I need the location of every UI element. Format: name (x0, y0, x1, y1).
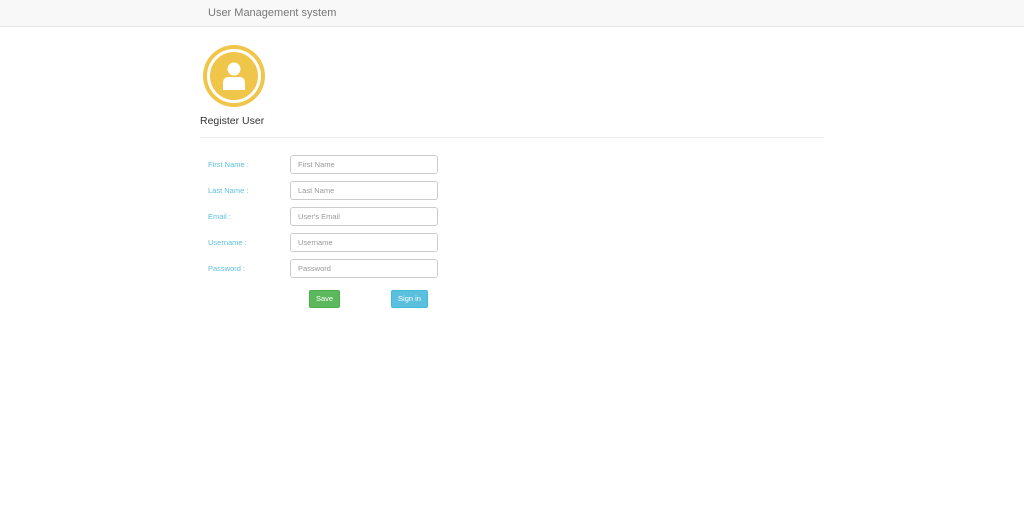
email-row: Email : (208, 207, 448, 232)
brand-title[interactable]: User Management system (208, 7, 336, 19)
first-name-row: First Name : (208, 155, 448, 180)
avatar (203, 45, 265, 107)
divider (200, 137, 824, 138)
user-circle-icon (203, 45, 265, 107)
username-label: Username : (208, 238, 247, 247)
password-label: Password : (208, 264, 246, 273)
last-name-field[interactable] (290, 181, 438, 200)
username-field[interactable] (290, 233, 438, 252)
first-name-field[interactable] (290, 155, 438, 174)
last-name-row: Last Name : (208, 181, 448, 206)
password-field[interactable] (290, 259, 438, 278)
save-button[interactable]: Save (309, 290, 340, 308)
last-name-label: Last Name : (208, 186, 249, 195)
email-field[interactable] (290, 207, 438, 226)
first-name-label: First Name : (208, 160, 249, 169)
email-label: Email : (208, 212, 231, 221)
password-row: Password : (208, 259, 448, 284)
sign-in-button[interactable]: Sign in (391, 290, 428, 308)
page-title: Register User (200, 115, 265, 127)
navbar: User Management system (0, 0, 1024, 27)
username-row: Username : (208, 233, 448, 258)
